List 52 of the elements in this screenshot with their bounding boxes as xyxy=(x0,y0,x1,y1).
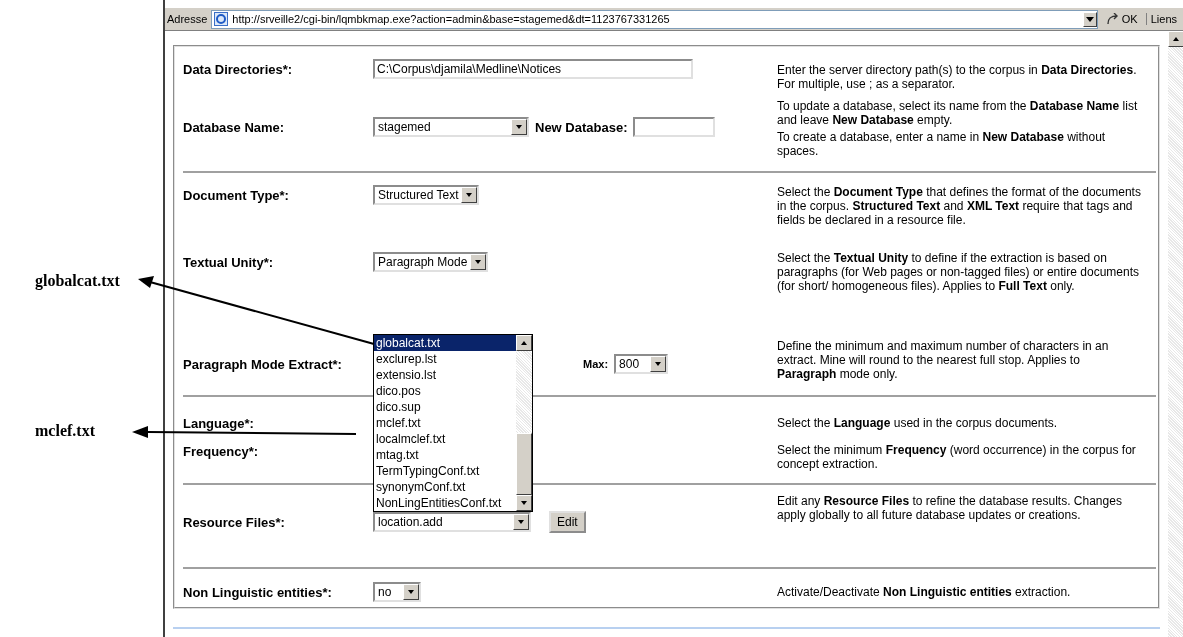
callout-label: mclef.txt xyxy=(35,422,95,440)
help-text: Enter the server directory path(s) to the corpus in Data Directories. For multiple, use ; as a separator. xyxy=(777,63,1138,91)
help-text: Edit any Resource Files to refine the database results. Changes apply globally to all future database updates or creations. xyxy=(777,494,1123,522)
field-label: New Database: xyxy=(535,119,628,135)
input-field[interactable]: C:\Corpus\djamila\Medline\Notices xyxy=(373,59,693,79)
go-arrow-icon xyxy=(1105,13,1120,25)
caret-icon[interactable] xyxy=(470,254,487,270)
address-label: Adresse xyxy=(167,13,208,25)
caret-icon[interactable] xyxy=(650,356,667,372)
scrollbar[interactable] xyxy=(516,335,532,511)
field-label: Textual Unity*: xyxy=(183,254,274,270)
dropdown[interactable]: location.add xyxy=(373,512,531,532)
links-button[interactable]: Liens xyxy=(1145,13,1181,25)
url-field[interactable]: http://srveille2/cgi-bin/lqmbkmap.exe?action=admin&base=stagemed&dt=1123767331265 xyxy=(211,9,1098,29)
help-text: To create a database, enter a name in New Database without spaces. xyxy=(777,130,1107,158)
field-label: Non Linguistic entities*: xyxy=(183,584,332,600)
field-label: Data Directories*: xyxy=(183,61,293,77)
caret-icon[interactable] xyxy=(513,514,529,530)
dropdown[interactable]: 800 xyxy=(614,354,669,374)
field-label: Frequency*: xyxy=(183,443,259,459)
scrollbar[interactable] xyxy=(1168,31,1183,637)
dropdown[interactable]: Paragraph Mode xyxy=(373,252,489,272)
help-text: Select the Document Type that defines the format of the documents in the corpus. Structured Text and XML Text require that tags and fields be declared in a resource file. xyxy=(777,185,1141,227)
help-text: Activate/Deactivate Non Linguistic entities extraction. xyxy=(777,585,1072,599)
page-icon xyxy=(214,12,229,26)
input-field[interactable] xyxy=(633,117,716,137)
dropdown[interactable]: no xyxy=(373,582,421,602)
caret-icon[interactable] xyxy=(461,187,478,203)
help-text: To update a database, select its name from the Database Name list and leave New Database empty. xyxy=(777,99,1139,127)
caret-icon[interactable] xyxy=(516,495,532,511)
help-text: Define the minimum and maximum number of characters in an extract. Mine will round to the nearest full stop. Applies to Paragraph mode only. xyxy=(777,339,1110,381)
list-option[interactable]: globalcat.txt xyxy=(374,335,516,351)
field-label: Paragraph Mode Extract*: xyxy=(183,356,342,372)
field-label: Database Name: xyxy=(183,119,285,135)
field-label: Max: xyxy=(583,358,609,370)
caret-icon[interactable] xyxy=(1168,31,1183,47)
caret-icon[interactable] xyxy=(516,335,532,351)
field-label: Resource Files*: xyxy=(183,514,285,530)
field-label: Language*: xyxy=(183,415,254,431)
edit-button[interactable]: Edit xyxy=(549,511,586,533)
caret-icon[interactable] xyxy=(1082,11,1097,27)
caret-icon[interactable] xyxy=(511,119,527,135)
field-label: Document Type*: xyxy=(183,187,289,203)
callout-label: globalcat.txt xyxy=(35,272,120,290)
go-button[interactable]: OK xyxy=(1101,13,1142,25)
help-text: Select the Textual Unity to define if the extraction is based on paragraphs (for Web pages or non-tagged files) or entire documents (for short/ homogeneous files). Applies to Full Text only. xyxy=(777,251,1140,293)
caret-icon[interactable] xyxy=(403,584,419,600)
scroll-thumb[interactable] xyxy=(516,433,532,495)
help-text: Select the Language used in the corpus documents. xyxy=(777,416,1059,430)
help-text: Select the minimum Frequency (word occurrence) in the corpus for concept extraction. xyxy=(777,443,1137,471)
dropdown[interactable]: Structured Text xyxy=(373,185,480,205)
dropdown[interactable]: stagemed xyxy=(373,117,529,137)
